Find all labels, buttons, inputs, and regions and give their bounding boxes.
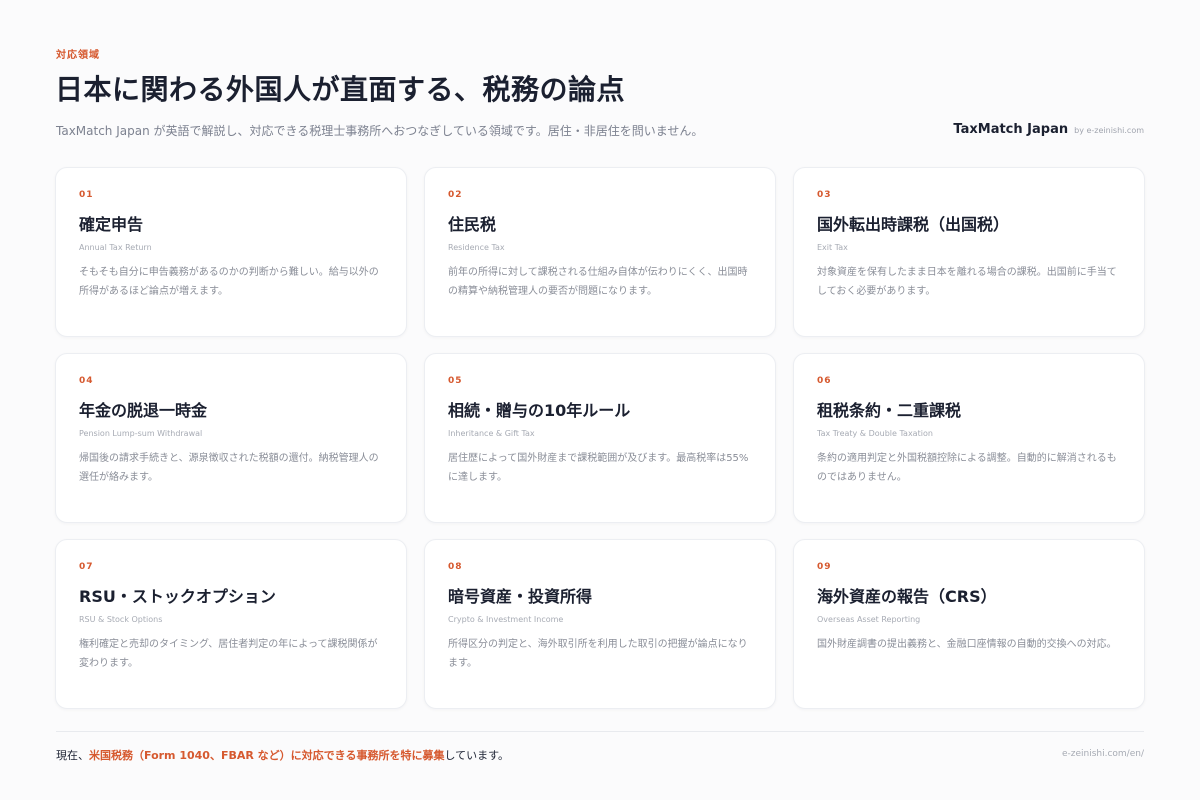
recruitment-note: 現在、米国税務（Form 1040、FBAR など）に対応できる事務所を特に募集… [56, 747, 509, 763]
card-description: 帰国後の請求手続きと、源泉徴収された税額の還付。納税管理人の選任が絡みます。 [79, 453, 379, 483]
topic-card-overseas-assets: 09 海外資産の報告（CRS） Overseas Asset Reporting… [793, 539, 1145, 709]
card-number: 06 [817, 376, 832, 386]
card-description: 権利確定と売却のタイミング、居住者判定の年によって課税関係が変わります。 [79, 639, 378, 669]
card-number: 03 [817, 190, 832, 200]
card-description: 対象資産を保有したまま日本を離れる場合の課税。出国前に手当てしておく必要がありま… [817, 267, 1117, 297]
card-number: 02 [448, 190, 463, 200]
page: 対応領域 日本に関わる外国人が直面する、税務の論点 TaxMatch Japan… [0, 0, 1200, 800]
topic-card-annual-tax-return: 01 確定申告 Annual Tax Return そもそも自分に申告義務がある… [55, 167, 407, 337]
card-english-title: Exit Tax [817, 243, 848, 252]
card-english-title: Annual Tax Return [79, 243, 152, 252]
card-english-title: Tax Treaty & Double Taxation [817, 429, 933, 438]
topic-card-tax-treaty: 06 租税条約・二重課税 Tax Treaty & Double Taxatio… [793, 353, 1145, 523]
card-number: 05 [448, 376, 463, 386]
card-title: 暗号資産・投資所得 [448, 587, 593, 606]
card-description: 居住歴によって国外財産まで課税範囲が及びます。最高税率は55%に達します。 [448, 453, 749, 483]
topic-card-exit-tax: 03 国外転出時課税（出国税） Exit Tax 対象資産を保有したまま日本を離… [793, 167, 1145, 337]
card-number: 07 [79, 562, 94, 572]
card-title: RSU・ストックオプション [79, 587, 276, 606]
site-url: e-zeinishi.com/en/ [1061, 749, 1144, 759]
brand-byline: by e-zeinishi.com [1074, 126, 1144, 135]
brand-name: TaxMatch Japan [953, 122, 1069, 137]
page-title: 日本に関わる外国人が直面する、税務の論点 [55, 73, 626, 106]
card-title: 住民税 [448, 215, 497, 234]
card-number: 08 [448, 562, 463, 572]
card-english-title: Overseas Asset Reporting [817, 615, 921, 624]
card-english-title: Pension Lump-sum Withdrawal [79, 429, 203, 438]
page-subtitle: TaxMatch Japan が英語で解説し、対応できる税理士事務所へおつなぎし… [56, 124, 704, 138]
topic-card-residence-tax: 02 住民税 Residence Tax 前年の所得に対して課税される仕組み自体… [424, 167, 776, 337]
card-title: 年金の脱退一時金 [79, 401, 208, 420]
card-english-title: Residence Tax [448, 243, 505, 252]
card-english-title: RSU & Stock Options [79, 615, 163, 624]
card-description: 条約の適用判定と外国税額控除による調整。自動的に解消されるものではありません。 [817, 453, 1117, 483]
card-number: 01 [79, 190, 94, 200]
card-title: 海外資産の報告（CRS） [817, 587, 997, 606]
card-description: 前年の所得に対して課税される仕組み自体が伝わりにくく、出国時の精算や納税管理人の… [448, 267, 748, 297]
recruitment-highlight: 米国税務（Form 1040、FBAR など）に対応できる事務所を特に募集 [89, 749, 445, 762]
card-description: そもそも自分に申告義務があるのかの判断から難しい。給与以外の所得があるほど論点が… [79, 267, 379, 297]
card-number: 09 [817, 562, 832, 572]
recruitment-suffix: しています。 [444, 749, 510, 762]
section-eyebrow: 対応領域 [56, 50, 100, 61]
card-description: 所得区分の判定と、海外取引所を利用した取引の把握が論点になります。 [448, 639, 748, 669]
card-title: 相続・贈与の10年ルール [448, 401, 631, 420]
recruitment-prefix: 現在、 [56, 749, 89, 762]
topic-card-inheritance-gift: 05 相続・贈与の10年ルール Inheritance & Gift Tax 居… [424, 353, 776, 523]
card-title: 国外転出時課税（出国税） [817, 215, 1010, 234]
card-title: 確定申告 [79, 215, 144, 234]
topic-card-crypto-investment: 08 暗号資産・投資所得 Crypto & Investment Income … [424, 539, 776, 709]
card-number: 04 [79, 376, 94, 386]
card-description: 国外財産調書の提出義務と、金融口座情報の自動的交換への対応。 [817, 639, 1117, 650]
brand: TaxMatch Japan by e-zeinishi.com [953, 122, 1144, 137]
card-title: 租税条約・二重課税 [817, 401, 962, 420]
footer-divider [56, 731, 1144, 732]
card-english-title: Crypto & Investment Income [448, 615, 564, 624]
card-english-title: Inheritance & Gift Tax [448, 429, 535, 438]
topic-card-rsu-stock-options: 07 RSU・ストックオプション RSU & Stock Options 権利確… [55, 539, 407, 709]
topic-card-pension-withdrawal: 04 年金の脱退一時金 Pension Lump-sum Withdrawal … [55, 353, 407, 523]
